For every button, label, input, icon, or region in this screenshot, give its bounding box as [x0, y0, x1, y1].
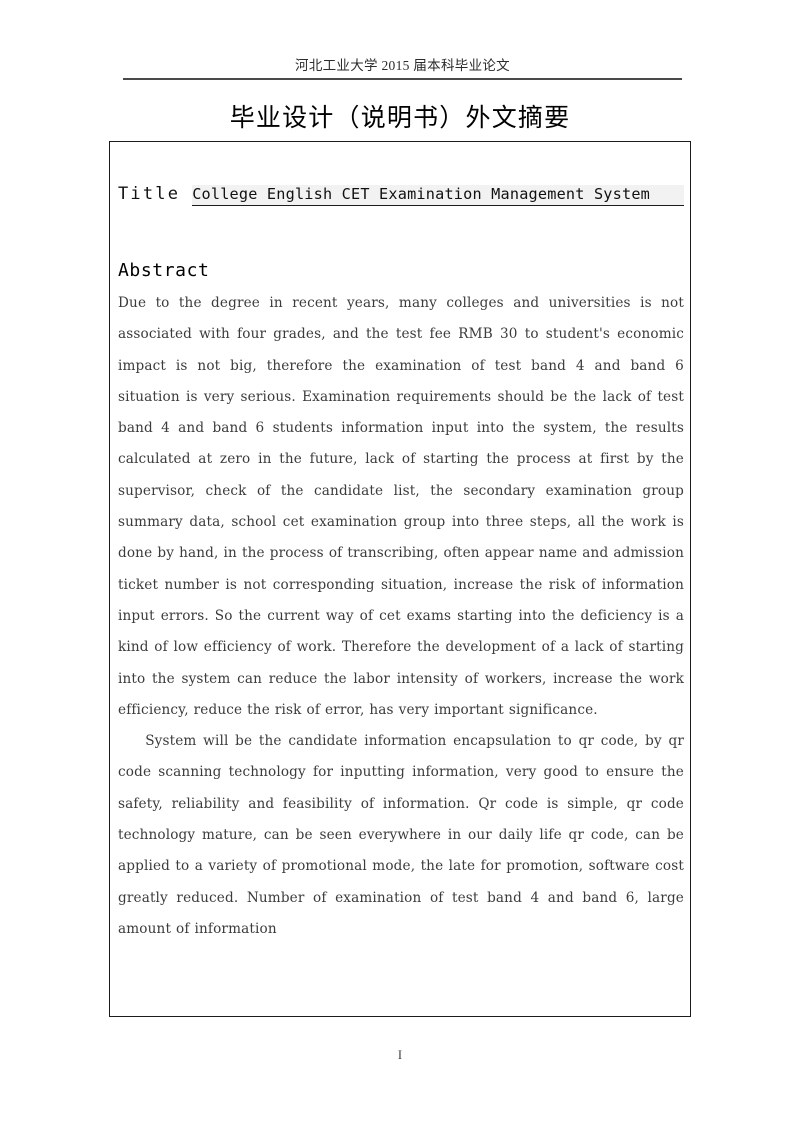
running-header-text: 河北工业大学 2015 届本科毕业论文 [295, 58, 510, 73]
abstract-heading: Abstract [118, 260, 210, 281]
page-number: I [397, 1048, 403, 1062]
abstract-paragraph: Due to the degree in recent years, many … [118, 295, 684, 718]
page-title-text: 毕业设计（说明书）外文摘要 [229, 103, 571, 132]
abstract-box-inner: Title College English CET Examination Ma… [118, 142, 684, 1016]
thesis-title-field: College English CET Examination Manageme… [192, 185, 684, 206]
document-page: 河北工业大学 2015 届本科毕业论文 毕业设计（说明书）外文摘要 Title … [0, 0, 800, 1132]
title-row: Title College English CET Examination Ma… [118, 184, 684, 206]
page-title: 毕业设计（说明书）外文摘要 [0, 98, 800, 134]
title-label: Title [118, 184, 181, 204]
running-header: 河北工业大学 2015 届本科毕业论文 [123, 54, 682, 75]
header-rule [123, 78, 682, 80]
abstract-body: Due to the degree in recent years, many … [118, 288, 684, 945]
abstract-paragraph: System will be the candidate information… [118, 733, 684, 937]
abstract-box: Title College English CET Examination Ma… [109, 141, 691, 1017]
